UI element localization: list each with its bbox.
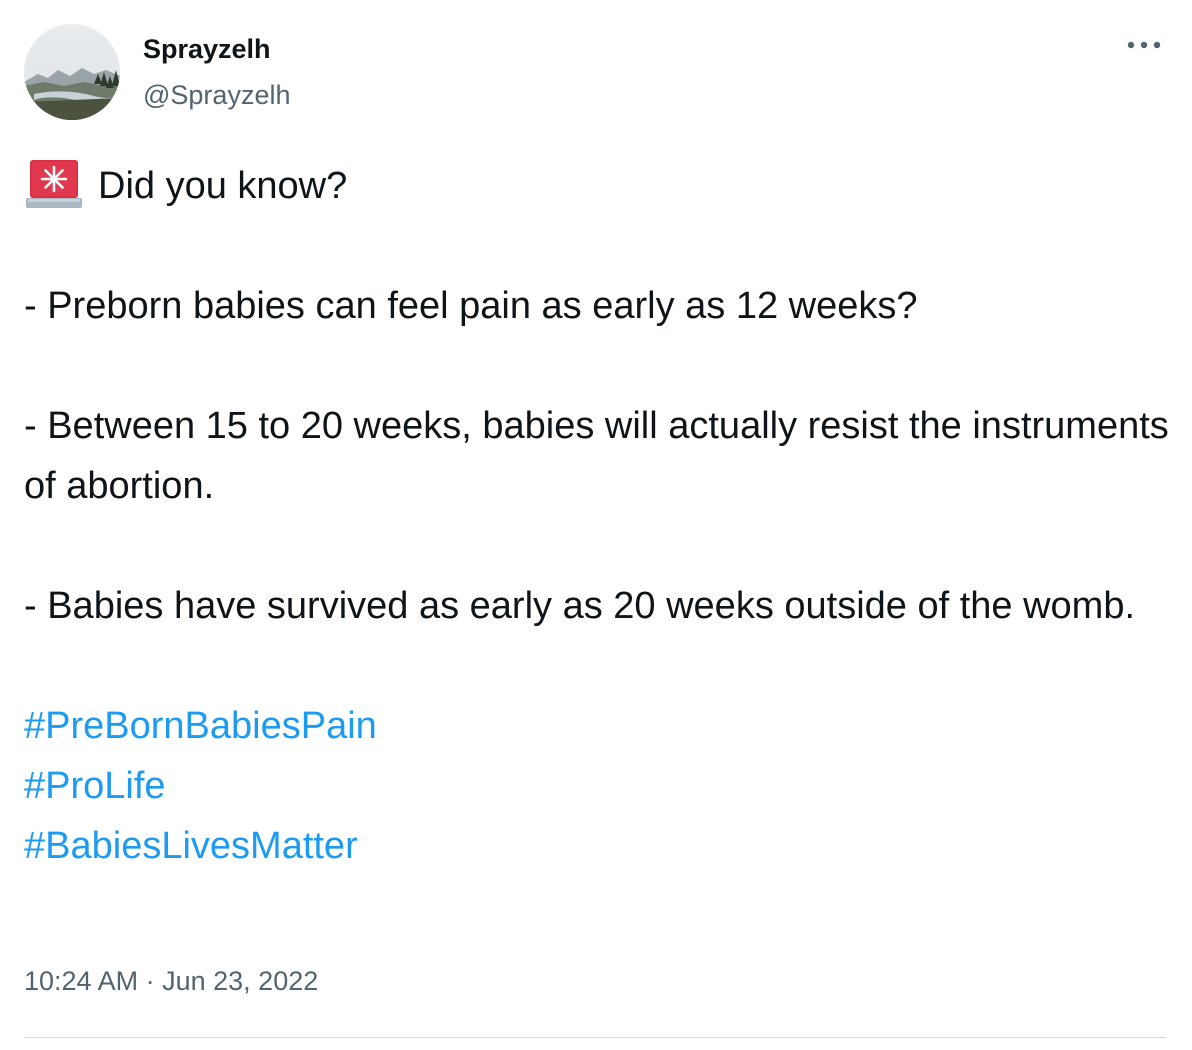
tweet-date[interactable]: Jun 23, 2022	[162, 966, 318, 996]
tweet-line-did-you-know: Did you know?	[98, 165, 348, 207]
tweet-time[interactable]: 10:24 AM	[24, 966, 138, 996]
author-handle[interactable]: @Sprayzelh	[143, 80, 290, 111]
police-siren-icon	[24, 158, 84, 210]
avatar[interactable]	[24, 24, 120, 120]
timestamp-separator: ·	[145, 966, 155, 996]
tweet-text: Did you know? - Preborn babies can feel …	[24, 156, 1174, 876]
tweet-paragraph-1: - Preborn babies can feel pain as early …	[24, 285, 918, 327]
tweet-paragraph-2: - Between 15 to 20 weeks, babies will ac…	[24, 405, 1169, 507]
tweet-timestamp: 10:24 AM · Jun 23, 2022	[24, 966, 318, 997]
more-options-button[interactable]	[1124, 30, 1164, 60]
tweet-paragraph-3: - Babies have survived as early as 20 we…	[24, 585, 1136, 627]
hashtag-link-prolife[interactable]: #ProLife	[24, 756, 1174, 816]
hashtag-link-babies-lives-matter[interactable]: #BabiesLivesMatter	[24, 816, 1174, 876]
landscape-avatar-icon	[24, 24, 120, 120]
divider	[24, 1037, 1166, 1038]
more-horizontal-icon	[1127, 41, 1161, 49]
hashtag-link-preborn-babies-pain[interactable]: #PreBornBabiesPain	[24, 696, 1174, 756]
author-display-name[interactable]: Sprayzelh	[143, 34, 271, 65]
tweet-card: Sprayzelh @Sprayzelh Did you know? - Pre…	[0, 0, 1192, 1050]
